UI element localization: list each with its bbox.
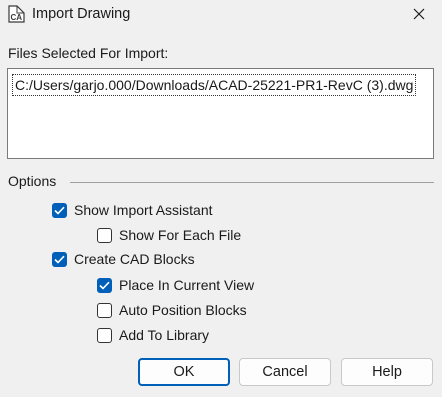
window-title: Import Drawing	[32, 6, 131, 22]
import-drawing-dialog: CA Import Drawing Files Selected For Imp…	[0, 0, 442, 397]
close-icon[interactable]	[408, 4, 430, 24]
title-bar: CA Import Drawing	[0, 0, 442, 30]
svg-text:CA: CA	[11, 13, 23, 22]
auto-position-blocks-option[interactable]: Auto Position Blocks	[97, 301, 247, 319]
show-for-each-file-checkbox[interactable]	[97, 227, 112, 243]
auto-position-blocks-label: Auto Position Blocks	[119, 302, 247, 318]
show-import-assistant-option[interactable]: Show Import Assistant	[52, 201, 213, 219]
file-list[interactable]: C:/Users/garjo.000/Downloads/ACAD-25221-…	[7, 68, 434, 159]
place-in-current-view-label: Place In Current View	[119, 277, 255, 293]
show-for-each-file-label: Show For Each File	[119, 227, 242, 243]
options-group-label: Options	[8, 173, 57, 189]
options-divider	[70, 182, 434, 183]
show-import-assistant-label: Show Import Assistant	[74, 202, 213, 218]
create-cad-blocks-option[interactable]: Create CAD Blocks	[52, 250, 195, 268]
create-cad-blocks-label: Create CAD Blocks	[74, 251, 195, 267]
auto-position-blocks-checkbox[interactable]	[97, 302, 112, 318]
checkmark-icon	[54, 206, 65, 215]
place-in-current-view-checkbox[interactable]	[97, 277, 112, 293]
add-to-library-label: Add To Library	[119, 327, 210, 343]
show-import-assistant-checkbox[interactable]	[52, 202, 67, 218]
help-button[interactable]: Help	[341, 358, 433, 386]
create-cad-blocks-checkbox[interactable]	[52, 251, 67, 267]
cad-app-icon: CA	[7, 4, 26, 24]
place-in-current-view-option[interactable]: Place In Current View	[97, 276, 254, 294]
file-list-item[interactable]: C:/Users/garjo.000/Downloads/ACAD-25221-…	[12, 74, 417, 96]
show-for-each-file-option[interactable]: Show For Each File	[97, 226, 241, 244]
checkmark-icon	[54, 255, 65, 264]
cancel-button[interactable]: Cancel	[239, 358, 331, 386]
add-to-library-checkbox[interactable]	[97, 327, 112, 343]
add-to-library-option[interactable]: Add To Library	[97, 326, 209, 344]
ok-button[interactable]: OK	[138, 358, 230, 386]
files-selected-label: Files Selected For Import:	[8, 45, 169, 61]
checkmark-icon	[99, 281, 110, 290]
